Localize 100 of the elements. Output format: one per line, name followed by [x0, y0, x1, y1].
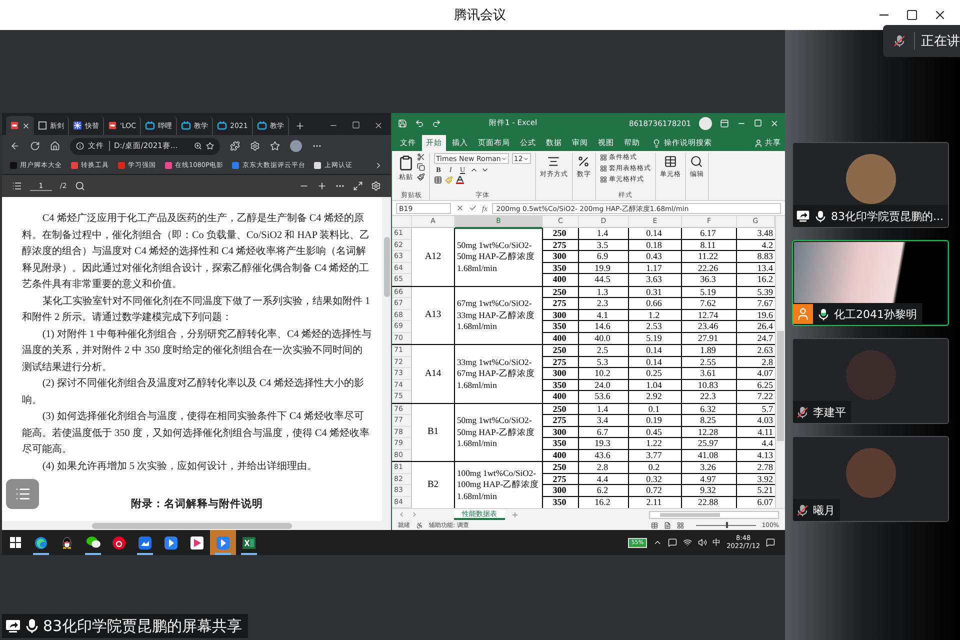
- table-cell: 3.5: [579, 240, 629, 250]
- table-cell: 6.17: [682, 228, 737, 238]
- tv-icon: [144, 121, 155, 130]
- volume-icon[interactable]: [698, 538, 707, 547]
- table-cell-text: 4.03: [756, 415, 774, 426]
- new-tab-icon[interactable]: [294, 121, 305, 131]
- back-icon[interactable]: [10, 141, 20, 151]
- clipboard-icon[interactable]: [398, 155, 414, 171]
- table-cell: 4.4: [579, 474, 629, 484]
- border-icon[interactable]: [434, 176, 442, 184]
- table-cell: 0.19: [629, 415, 682, 426]
- search-icon[interactable]: [690, 155, 704, 168]
- grid-icon[interactable]: [600, 176, 607, 183]
- cancel-icon[interactable]: [456, 204, 464, 212]
- home-icon[interactable]: [50, 141, 60, 151]
- wifi-icon[interactable]: [682, 538, 692, 547]
- table-cell: 12.74: [682, 310, 737, 320]
- scissors-icon[interactable]: [417, 153, 425, 161]
- search-icon[interactable]: [74, 181, 85, 191]
- zoom-slider-thumb[interactable]: [726, 522, 728, 528]
- scrollbar-thumb[interactable]: [384, 237, 390, 297]
- previous-sheet-icon[interactable]: [398, 511, 405, 518]
- next-sheet-icon[interactable]: [411, 511, 418, 518]
- table-cell: 1.17: [629, 262, 682, 273]
- cloud-icon[interactable]: [138, 536, 152, 550]
- percent-icon[interactable]: [577, 155, 590, 168]
- zoom-icon[interactable]: [194, 142, 202, 150]
- caret-icon[interactable]: [522, 156, 529, 162]
- person-icon[interactable]: [754, 138, 763, 148]
- star-icon[interactable]: [206, 142, 214, 150]
- close-icon[interactable]: [374, 121, 383, 130]
- table-cell: 250: [543, 345, 579, 356]
- normal-view-icon[interactable]: [650, 522, 658, 528]
- brush-icon[interactable]: [417, 173, 425, 181]
- tv-icon: [256, 121, 267, 130]
- puzzle-icon[interactable]: [230, 141, 240, 151]
- scrollbar-thumb[interactable]: [777, 331, 784, 441]
- chat-icon[interactable]: [668, 538, 677, 547]
- table-icon[interactable]: [664, 155, 677, 168]
- windows-logo-icon[interactable]: [10, 537, 20, 548]
- table-cell: 5.3: [579, 356, 629, 367]
- profile-avatar[interactable]: [290, 140, 302, 152]
- page-break-icon[interactable]: [676, 522, 684, 528]
- grid-icon[interactable]: [600, 165, 607, 172]
- participant-tile[interactable]: 曦月: [792, 436, 949, 522]
- table-cell: 33mg 1wt%Co/SiO2-67mg HAP-乙醇浓度1.68ml/min: [455, 345, 543, 402]
- copy-icon[interactable]: [417, 163, 425, 171]
- table-cell: A13: [412, 286, 455, 344]
- page-layout-icon[interactable]: [664, 522, 671, 528]
- table-cell: 0.66: [629, 298, 682, 308]
- table-cell: 0.72: [629, 485, 682, 496]
- chevron-up-icon[interactable]: [652, 538, 662, 547]
- penguin-icon[interactable]: [61, 536, 73, 550]
- table-cell: 350: [543, 380, 579, 390]
- grow-font-icon[interactable]: [470, 166, 478, 174]
- align-center-icon[interactable]: [547, 155, 560, 168]
- table-cell: 275: [543, 474, 579, 484]
- save-icon[interactable]: [398, 118, 407, 128]
- star-icon[interactable]: [270, 141, 280, 151]
- square-icon: [38, 121, 47, 130]
- caret-icon[interactable]: [500, 156, 507, 162]
- table-cell: 0.1: [629, 404, 682, 414]
- expand-icon[interactable]: [353, 181, 363, 191]
- scrollbar-thumb[interactable]: [92, 522, 292, 528]
- notification-icon[interactable]: [766, 538, 775, 547]
- participant-tile[interactable]: 83化印学院贾昆鹏的...: [792, 142, 949, 228]
- scrollbar-thumb[interactable]: [660, 512, 720, 516]
- redo-icon[interactable]: [432, 118, 441, 128]
- table-cell: 1.4: [579, 228, 629, 238]
- check-icon[interactable]: [469, 204, 477, 212]
- refresh-icon[interactable]: [30, 141, 40, 151]
- table-cell: 0.14: [629, 345, 682, 356]
- music-icon[interactable]: [112, 536, 126, 550]
- outline-button[interactable]: [6, 479, 39, 509]
- table-cell: 0.45: [629, 426, 682, 437]
- participant-tile[interactable]: 化工2041孙黎明: [792, 240, 949, 326]
- zoom-in-icon[interactable]: [317, 181, 327, 191]
- undo-icon[interactable]: [415, 118, 424, 128]
- user-avatar[interactable]: [699, 116, 712, 130]
- shrink-font-icon[interactable]: [481, 166, 489, 174]
- ribbon-display-icon[interactable]: [720, 118, 729, 128]
- browser-icon[interactable]: [34, 536, 48, 550]
- input-method[interactable]: 中: [712, 537, 721, 548]
- settings-icon[interactable]: [250, 141, 260, 151]
- table-cell: 300: [543, 310, 579, 320]
- play-icon[interactable]: [190, 536, 204, 550]
- chat-bubbles-icon[interactable]: [86, 536, 100, 549]
- settings-icon[interactable]: [371, 181, 381, 191]
- table-cell-text: 4.2: [760, 240, 774, 250]
- lightbulb-icon[interactable]: [652, 138, 661, 148]
- spreadsheet-icon[interactable]: [242, 536, 256, 550]
- table-cell: 41.08: [682, 450, 737, 461]
- chevron-right-icon[interactable]: [374, 161, 383, 170]
- table-cell-text: 3.92: [756, 474, 774, 484]
- font-color-icon[interactable]: [456, 176, 464, 184]
- browser-tab[interactable]: [6, 116, 34, 135]
- grid-icon[interactable]: [600, 154, 607, 161]
- participant-tile[interactable]: 李建平: [792, 338, 949, 424]
- list-icon[interactable]: [12, 181, 22, 191]
- table-cell: 3.63: [629, 274, 682, 286]
